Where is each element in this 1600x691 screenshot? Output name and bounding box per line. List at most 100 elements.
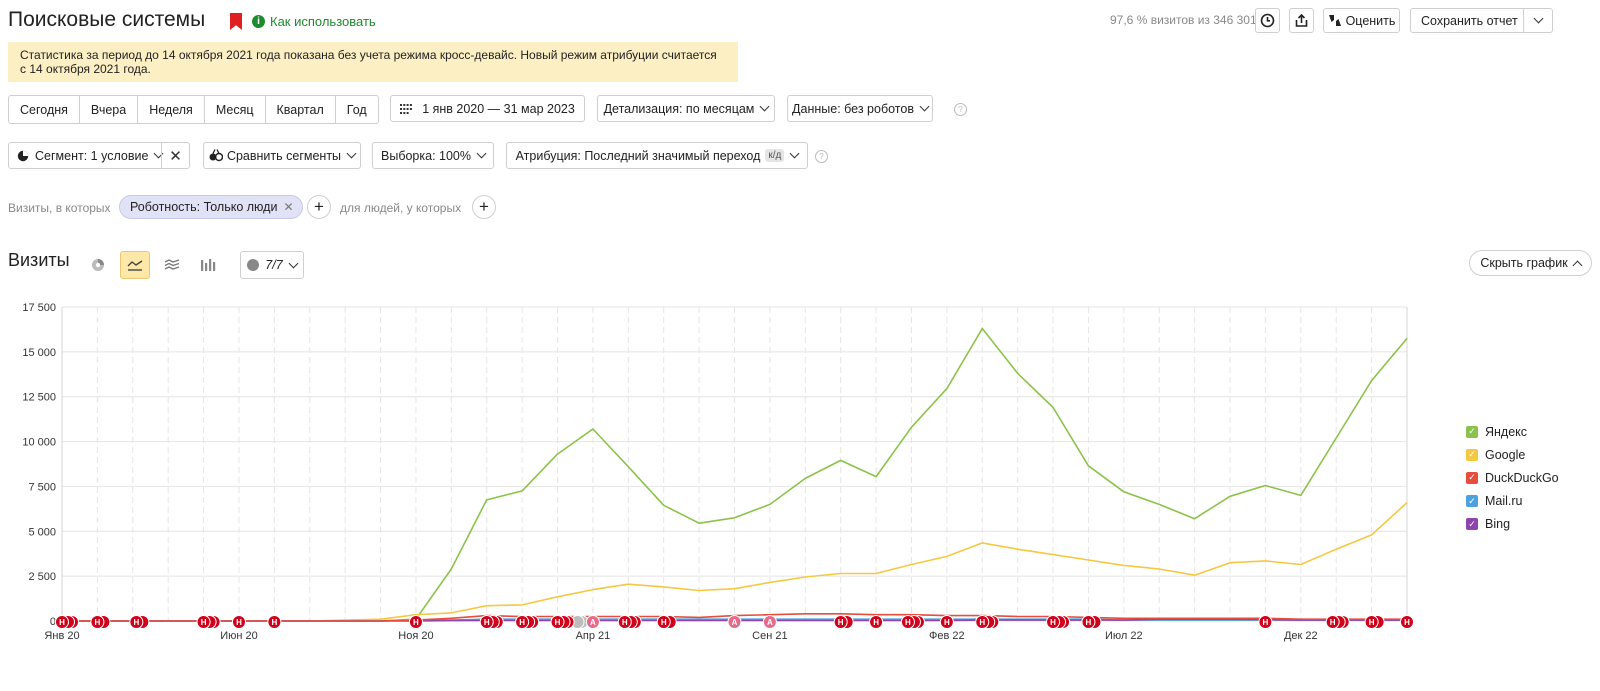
hide-chart-label: Скрыть график bbox=[1480, 256, 1568, 270]
date-range-button[interactable]: 1 янв 2020 — 31 мар 2023 bbox=[390, 95, 585, 122]
period-quarter[interactable]: Квартал bbox=[266, 96, 336, 123]
annotation-marker-label: Н bbox=[236, 618, 242, 627]
x-tick-label: Апр 21 bbox=[576, 630, 611, 642]
pie-chart-icon bbox=[92, 259, 104, 271]
add-people-filter-button[interactable]: + bbox=[472, 195, 496, 219]
chevron-down-icon bbox=[759, 101, 770, 112]
help-icon[interactable]: ? bbox=[815, 150, 828, 163]
period-month[interactable]: Месяц bbox=[205, 96, 266, 123]
legend-item-mailru[interactable]: ✓ Mail.ru bbox=[1466, 490, 1559, 513]
date-range-label: 1 янв 2020 — 31 мар 2023 bbox=[422, 101, 575, 116]
robot-filter-chip[interactable]: Роботность: Только люди ✕ bbox=[119, 195, 303, 219]
annotations-dropdown[interactable]: 7/7 bbox=[240, 251, 304, 279]
rate-button[interactable]: Оценить bbox=[1323, 8, 1400, 33]
share-icon bbox=[1295, 13, 1308, 27]
annotation-marker-label: Н bbox=[555, 618, 561, 627]
compare-icon bbox=[209, 149, 223, 162]
segment-dropdown[interactable]: Сегмент: 1 условие ✕ bbox=[8, 142, 190, 169]
checkbox-icon: ✓ bbox=[1466, 518, 1478, 531]
period-week[interactable]: Неделя bbox=[138, 96, 205, 123]
history-button[interactable] bbox=[1255, 8, 1280, 33]
thumbs-icon bbox=[1328, 15, 1341, 26]
how-to-use-label: Как использовать bbox=[270, 14, 376, 29]
annotation-marker-label: Н bbox=[1404, 618, 1410, 627]
period-today[interactable]: Сегодня bbox=[9, 96, 80, 123]
y-tick-label: 7 500 bbox=[28, 481, 56, 493]
annotation-marker-label: Н bbox=[1369, 618, 1375, 627]
y-tick-label: 17 500 bbox=[22, 302, 56, 314]
area-chart-view-button[interactable] bbox=[157, 251, 187, 279]
legend-label: Яндекс bbox=[1485, 424, 1528, 439]
data-dropdown[interactable]: Данные: без роботов bbox=[787, 95, 933, 122]
chip-close-icon[interactable]: ✕ bbox=[283, 200, 293, 214]
line-chart-view-button[interactable] bbox=[120, 251, 150, 279]
save-report-button[interactable]: Сохранить отчет bbox=[1410, 8, 1553, 33]
add-visit-filter-button[interactable]: + bbox=[307, 195, 331, 219]
info-banner: Статистика за период до 14 октября 2021 … bbox=[8, 42, 738, 82]
y-tick-label: 12 500 bbox=[22, 392, 56, 404]
segment-clear-button[interactable]: ✕ bbox=[161, 143, 189, 168]
annotation-marker-label: Н bbox=[873, 618, 879, 627]
compare-label: Сравнить сегменты bbox=[226, 148, 342, 163]
save-report-dropdown[interactable] bbox=[1523, 9, 1552, 32]
annotation-marker-label: Н bbox=[59, 618, 65, 627]
annotation-marker-label: Н bbox=[838, 618, 844, 627]
detail-dropdown[interactable]: Детализация: по месяцам bbox=[597, 95, 775, 122]
visits-filter-label: Визиты, в которых bbox=[8, 201, 111, 215]
legend-label: DuckDuckGo bbox=[1485, 470, 1559, 485]
help-icon[interactable]: ? bbox=[954, 103, 967, 116]
legend-item-yandex[interactable]: ✓ Яндекс bbox=[1466, 420, 1559, 443]
comment-icon bbox=[247, 259, 260, 271]
x-tick-label: Янв 20 bbox=[44, 630, 79, 642]
chevron-down-icon bbox=[476, 148, 487, 159]
chevron-down-icon bbox=[919, 101, 930, 112]
chart-legend: ✓ Яндекс ✓ Google ✓ DuckDuckGo ✓ Mail.ru ✓ Bi… bbox=[1466, 420, 1559, 536]
period-yesterday[interactable]: Вчера bbox=[80, 96, 139, 123]
checkbox-icon: ✓ bbox=[1466, 471, 1478, 484]
annotation-marker-label: Н bbox=[622, 618, 628, 627]
annotations-count: 7/7 bbox=[265, 258, 283, 272]
x-tick-label: Сен 21 bbox=[752, 630, 787, 642]
pie-icon bbox=[17, 150, 29, 161]
chevron-down-icon bbox=[1533, 13, 1544, 24]
x-tick-label: Ноя 20 bbox=[398, 630, 433, 642]
compare-segments-dropdown[interactable]: Сравнить сегменты bbox=[203, 142, 361, 169]
sample-label: Выборка: 100% bbox=[381, 148, 471, 163]
period-year[interactable]: Год bbox=[336, 96, 378, 123]
export-button[interactable] bbox=[1289, 8, 1314, 33]
chevron-down-icon bbox=[288, 258, 299, 268]
bar-chart-view-button[interactable] bbox=[193, 251, 223, 279]
annotation-marker-label: Н bbox=[905, 618, 911, 627]
legend-item-bing[interactable]: ✓ Bing bbox=[1466, 513, 1559, 536]
info-icon: i bbox=[252, 15, 265, 28]
pie-chart-view-button[interactable] bbox=[83, 251, 113, 279]
y-tick-label: 10 000 bbox=[22, 437, 56, 449]
annotation-marker-label: А bbox=[767, 618, 773, 627]
annotation-marker-label: Н bbox=[201, 618, 207, 627]
bar-chart-icon bbox=[201, 259, 216, 271]
attribution-label: Атрибуция: Последний значимый переход bbox=[515, 148, 761, 163]
legend-label: Google bbox=[1485, 447, 1526, 462]
period-selector: Сегодня Вчера Неделя Месяц Квартал Год bbox=[8, 95, 379, 124]
sample-dropdown[interactable]: Выборка: 100% bbox=[372, 142, 494, 169]
y-tick-label: 15 000 bbox=[22, 347, 56, 359]
x-tick-label: Фев 22 bbox=[929, 630, 965, 642]
annotation-marker-label: Н bbox=[1086, 618, 1092, 627]
attribution-dropdown[interactable]: Атрибуция: Последний значимый переход к/… bbox=[506, 142, 808, 169]
bookmark-icon[interactable] bbox=[230, 13, 242, 30]
annotation-marker-label: Н bbox=[1330, 618, 1336, 627]
annotation-marker-label: Н bbox=[519, 618, 525, 627]
how-to-use-link[interactable]: i Как использовать bbox=[252, 14, 376, 29]
annotation-marker-label: Н bbox=[661, 618, 667, 627]
chart-title: Визиты bbox=[8, 250, 70, 270]
checkbox-icon: ✓ bbox=[1466, 448, 1478, 461]
legend-item-google[interactable]: ✓ Google bbox=[1466, 443, 1559, 466]
y-tick-label: 5 000 bbox=[28, 526, 56, 538]
x-tick-label: Июн 20 bbox=[220, 630, 258, 642]
robot-filter-label: Роботность: Только люди bbox=[130, 200, 278, 214]
legend-item-duckduckgo[interactable]: ✓ DuckDuckGo bbox=[1466, 466, 1559, 489]
checkbox-icon: ✓ bbox=[1466, 495, 1478, 508]
attribution-badge: к/д bbox=[765, 149, 785, 162]
hide-chart-button[interactable]: Скрыть график bbox=[1469, 250, 1592, 276]
annotation-marker-label: Н bbox=[979, 618, 985, 627]
